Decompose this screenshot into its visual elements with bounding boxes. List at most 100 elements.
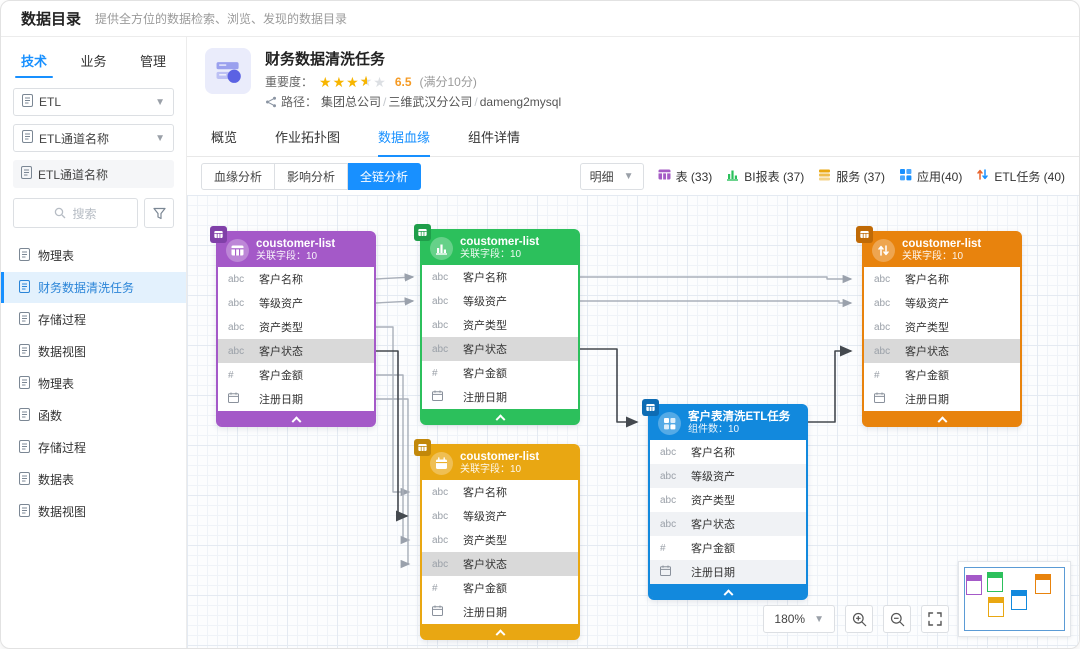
node-collapse-toggle[interactable] bbox=[864, 411, 1020, 425]
field-row[interactable]: abc客户状态 bbox=[422, 337, 578, 361]
node-header[interactable]: coustomer-list关联字段：10 bbox=[864, 233, 1020, 267]
node-header[interactable]: coustomer-list关联字段：10 bbox=[422, 446, 578, 480]
node-header[interactable]: coustomer-list关联字段：10 bbox=[422, 231, 578, 265]
legend-item[interactable]: 应用(40) bbox=[899, 168, 962, 185]
field-row[interactable]: abc资产类型 bbox=[864, 315, 1020, 339]
lineage-node-etl-blue[interactable]: 客户表清洗ETL任务组件数：10abc客户名称abc等级资产abc资产类型abc… bbox=[648, 404, 808, 600]
path-segment[interactable]: 集团总公司 bbox=[321, 95, 381, 109]
sidebar-item[interactable]: 函数 bbox=[1, 400, 186, 431]
field-row[interactable]: abc客户名称 bbox=[650, 440, 806, 464]
field-row[interactable]: abc等级资产 bbox=[218, 291, 374, 315]
node-collapse-toggle[interactable] bbox=[650, 584, 806, 598]
sidebar-item[interactable]: 存储过程 bbox=[1, 304, 186, 335]
field-row[interactable]: abc客户名称 bbox=[218, 267, 374, 291]
field-type: abc bbox=[228, 346, 250, 357]
field-row[interactable]: 注册日期 bbox=[864, 387, 1020, 411]
detail-level-select[interactable]: 明细 ▼ bbox=[580, 163, 644, 190]
path-segment[interactable]: 三维武汉分公司 bbox=[388, 95, 472, 109]
sidebar-tab-2[interactable]: 业务 bbox=[78, 47, 108, 78]
minimap[interactable] bbox=[958, 561, 1071, 637]
path-segment[interactable]: dameng2mysql bbox=[480, 95, 561, 109]
field-row[interactable]: #客户金额 bbox=[422, 576, 578, 600]
sidebar-item[interactable]: 物理表 bbox=[1, 368, 186, 399]
field-row[interactable]: abc资产类型 bbox=[422, 313, 578, 337]
field-row[interactable]: abc客户状态 bbox=[864, 339, 1020, 363]
field-row[interactable]: abc客户状态 bbox=[218, 339, 374, 363]
field-row[interactable]: abc客户名称 bbox=[422, 480, 578, 504]
main-tab-2[interactable]: 作业拓扑图 bbox=[275, 127, 340, 156]
sidebar-item[interactable]: 财务数据清洗任务 bbox=[1, 272, 186, 303]
field-row[interactable]: abc客户名称 bbox=[422, 265, 578, 289]
node-collapse-toggle[interactable] bbox=[422, 624, 578, 638]
lineage-node-table-purple[interactable]: coustomer-list关联字段：10abc客户名称abc等级资产abc资产… bbox=[216, 231, 376, 427]
sidebar-tab-1[interactable]: 技术 bbox=[19, 47, 49, 78]
field-label: 资产类型 bbox=[463, 317, 507, 333]
node-collapse-toggle[interactable] bbox=[218, 411, 374, 425]
zoom-in-button[interactable] bbox=[845, 605, 873, 633]
field-row[interactable]: abc资产类型 bbox=[422, 528, 578, 552]
node-title: coustomer-list bbox=[460, 235, 539, 249]
search-input[interactable]: 搜索 bbox=[13, 198, 138, 228]
sidebar-item[interactable]: 物理表 bbox=[1, 240, 186, 271]
sidebar-item[interactable]: 数据视图 bbox=[1, 336, 186, 367]
filter-label: ETL通道名称 bbox=[39, 130, 109, 147]
entity-title: 财务数据清洗任务 bbox=[265, 48, 561, 69]
zoom-level-select[interactable]: 180% ▼ bbox=[763, 605, 835, 633]
sidebar-item[interactable]: 数据视图 bbox=[1, 496, 186, 527]
grid-icon bbox=[658, 412, 681, 435]
calendar-icon bbox=[228, 392, 239, 406]
main-tab-1[interactable]: 概览 bbox=[211, 127, 237, 156]
node-type-badge bbox=[210, 226, 227, 243]
field-label: 客户金额 bbox=[463, 365, 507, 381]
node-type-badge bbox=[414, 439, 431, 456]
field-row[interactable]: abc等级资产 bbox=[650, 464, 806, 488]
field-row[interactable]: 注册日期 bbox=[422, 600, 578, 624]
sidebar-tab-3[interactable]: 管理 bbox=[138, 47, 168, 78]
field-row[interactable]: abc资产类型 bbox=[218, 315, 374, 339]
node-header[interactable]: coustomer-list关联字段：10 bbox=[218, 233, 374, 267]
node-header[interactable]: 客户表清洗ETL任务组件数：10 bbox=[650, 406, 806, 440]
field-row[interactable]: abc客户状态 bbox=[650, 512, 806, 536]
field-row[interactable]: 注册日期 bbox=[422, 385, 578, 409]
lineage-canvas[interactable]: coustomer-list关联字段：10abc客户名称abc等级资产abc资产… bbox=[187, 195, 1079, 649]
field-row[interactable]: #客户金额 bbox=[864, 363, 1020, 387]
field-row[interactable]: abc等级资产 bbox=[422, 504, 578, 528]
main-tab-4[interactable]: 组件详情 bbox=[468, 127, 520, 156]
main-tab-3[interactable]: 数据血缘 bbox=[378, 127, 430, 156]
field-row[interactable]: abc等级资产 bbox=[864, 291, 1020, 315]
star-half-icon: ★★ bbox=[360, 74, 373, 89]
chevron-up-icon bbox=[291, 416, 301, 426]
field-row[interactable]: #客户金额 bbox=[422, 361, 578, 385]
legend-item[interactable]: BI报表 (37) bbox=[726, 168, 804, 185]
field-row[interactable]: abc客户状态 bbox=[422, 552, 578, 576]
mode-button-3[interactable]: 全链分析 bbox=[348, 163, 421, 190]
sidebar-item-label: 物理表 bbox=[38, 247, 74, 264]
lineage-node-bi-green[interactable]: coustomer-list关联字段：10abc客户名称abc等级资产abc资产… bbox=[420, 229, 580, 425]
legend-item[interactable]: ETL任务 (40) bbox=[976, 168, 1065, 185]
mode-button-2[interactable]: 影响分析 bbox=[275, 163, 348, 190]
lineage-node-out-orange[interactable]: coustomer-list关联字段：10abc客户名称abc等级资产abc资产… bbox=[862, 231, 1022, 427]
document-icon bbox=[22, 94, 33, 110]
star-full-icon: ★ bbox=[319, 75, 332, 89]
legend-item[interactable]: 表 (33) bbox=[658, 168, 713, 185]
node-collapse-toggle[interactable] bbox=[422, 409, 578, 423]
field-row[interactable]: abc资产类型 bbox=[650, 488, 806, 512]
lineage-node-service-yellow[interactable]: coustomer-list关联字段：10abc客户名称abc等级资产abc资产… bbox=[420, 444, 580, 640]
fullscreen-button[interactable] bbox=[921, 605, 949, 633]
field-row[interactable]: abc客户名称 bbox=[864, 267, 1020, 291]
field-row[interactable]: 注册日期 bbox=[650, 560, 806, 584]
field-row[interactable]: #客户金额 bbox=[218, 363, 374, 387]
field-row[interactable]: 注册日期 bbox=[218, 387, 374, 411]
filter-select-2[interactable]: ETL通道名称▼ bbox=[13, 124, 174, 152]
zoom-out-button[interactable] bbox=[883, 605, 911, 633]
filter-button[interactable] bbox=[144, 198, 174, 228]
star-rating[interactable]: ★★★★★★ bbox=[319, 74, 387, 89]
field-row[interactable]: #客户金额 bbox=[650, 536, 806, 560]
field-row[interactable]: abc等级资产 bbox=[422, 289, 578, 313]
mode-button-1[interactable]: 血缘分析 bbox=[201, 163, 275, 190]
sidebar-item[interactable]: 存储过程 bbox=[1, 432, 186, 463]
legend-item[interactable]: 服务 (37) bbox=[818, 168, 885, 185]
sidebar-item[interactable]: 数据表 bbox=[1, 464, 186, 495]
filter-select-1[interactable]: ETL▼ bbox=[13, 88, 174, 116]
grid-icon bbox=[899, 168, 912, 184]
